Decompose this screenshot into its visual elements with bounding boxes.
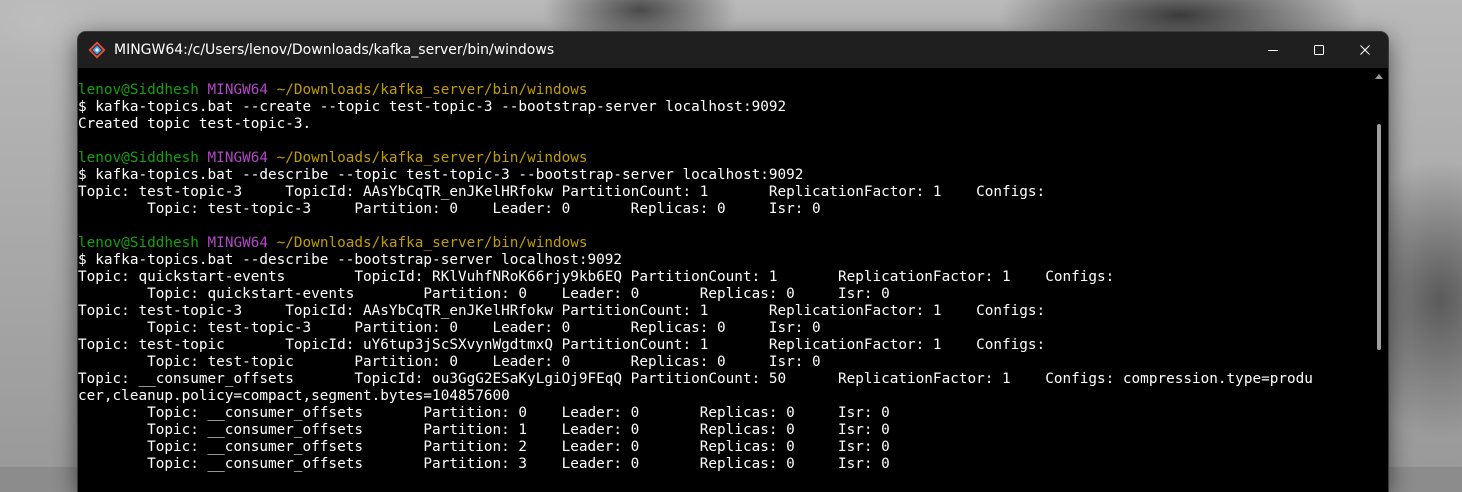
terminal-line: Topic: __consumer_offsets TopicId: ou3Gg…: [78, 371, 1313, 387]
window-title: MINGW64:/c/Users/lenov/Downloads/kafka_s…: [114, 42, 555, 58]
terminal-line: $ kafka-topics.bat --describe --bootstra…: [78, 252, 623, 268]
scroll-up-icon[interactable]: [1375, 74, 1383, 79]
terminal-line: Created topic test-topic-3.: [78, 116, 312, 132]
prompt-shell: MINGW64: [207, 150, 268, 166]
title-bar[interactable]: MINGW64:/c/Users/lenov/Downloads/kafka_s…: [78, 32, 1388, 68]
prompt-path: ~/Downloads/kafka_server/bin/windows: [276, 150, 588, 166]
prompt-line: lenov@Siddhesh MINGW64 ~/Downloads/kafka…: [78, 235, 588, 252]
terminal-line: Topic: test-topic-3 Partition: 0 Leader:…: [78, 201, 821, 217]
prompt-user-host: lenov@Siddhesh: [78, 82, 199, 98]
scrollbar-thumb[interactable]: [1377, 124, 1381, 350]
terminal-line: Topic: quickstart-events TopicId: RKlVuh…: [78, 269, 1115, 285]
terminal-output[interactable]: lenov@Siddhesh MINGW64 ~/Downloads/kafka…: [78, 68, 1370, 492]
prompt-shell: MINGW64: [207, 235, 268, 251]
terminal-line: Topic: test-topic Partition: 0 Leader: 0…: [78, 354, 821, 370]
terminal-line: Topic: __consumer_offsets Partition: 0 L…: [78, 405, 890, 421]
terminal-line: Topic: test-topic-3 TopicId: AAsYbCqTR_e…: [78, 184, 1046, 200]
terminal-line: $ kafka-topics.bat --describe --topic te…: [78, 167, 804, 183]
prompt-user-host: lenov@Siddhesh: [78, 150, 199, 166]
terminal-line: Topic: __consumer_offsets Partition: 1 L…: [78, 422, 890, 438]
terminal-line: $ kafka-topics.bat --create --topic test…: [78, 99, 787, 115]
terminal-line: Topic: test-topic TopicId: uY6tup3jScSXv…: [78, 337, 1046, 353]
prompt-path: ~/Downloads/kafka_server/bin/windows: [276, 82, 588, 98]
prompt-line: lenov@Siddhesh MINGW64 ~/Downloads/kafka…: [78, 150, 588, 167]
git-bash-icon: [88, 41, 106, 59]
prompt-path: ~/Downloads/kafka_server/bin/windows: [276, 235, 588, 251]
close-icon: [1359, 41, 1371, 60]
terminal-line: Topic: test-topic-3 TopicId: AAsYbCqTR_e…: [78, 303, 1046, 319]
terminal-line: cer,cleanup.policy=compact,segment.bytes…: [78, 388, 510, 404]
prompt-user-host: lenov@Siddhesh: [78, 235, 199, 251]
close-button[interactable]: [1342, 32, 1388, 68]
terminal-line: Topic: quickstart-events Partition: 0 Le…: [78, 286, 890, 302]
maximize-button[interactable]: [1296, 32, 1342, 68]
vertical-scrollbar[interactable]: [1370, 68, 1388, 492]
terminal-window[interactable]: MINGW64:/c/Users/lenov/Downloads/kafka_s…: [78, 32, 1388, 492]
terminal-line: Topic: test-topic-3 Partition: 0 Leader:…: [78, 320, 821, 336]
minimize-button[interactable]: [1250, 32, 1296, 68]
terminal-line: Topic: __consumer_offsets Partition: 2 L…: [78, 439, 890, 455]
prompt-line: lenov@Siddhesh MINGW64 ~/Downloads/kafka…: [78, 82, 588, 99]
terminal-line: Topic: __consumer_offsets Partition: 3 L…: [78, 456, 890, 472]
minimize-icon: [1267, 41, 1279, 60]
prompt-shell: MINGW64: [207, 82, 268, 98]
maximize-icon: [1313, 41, 1325, 60]
